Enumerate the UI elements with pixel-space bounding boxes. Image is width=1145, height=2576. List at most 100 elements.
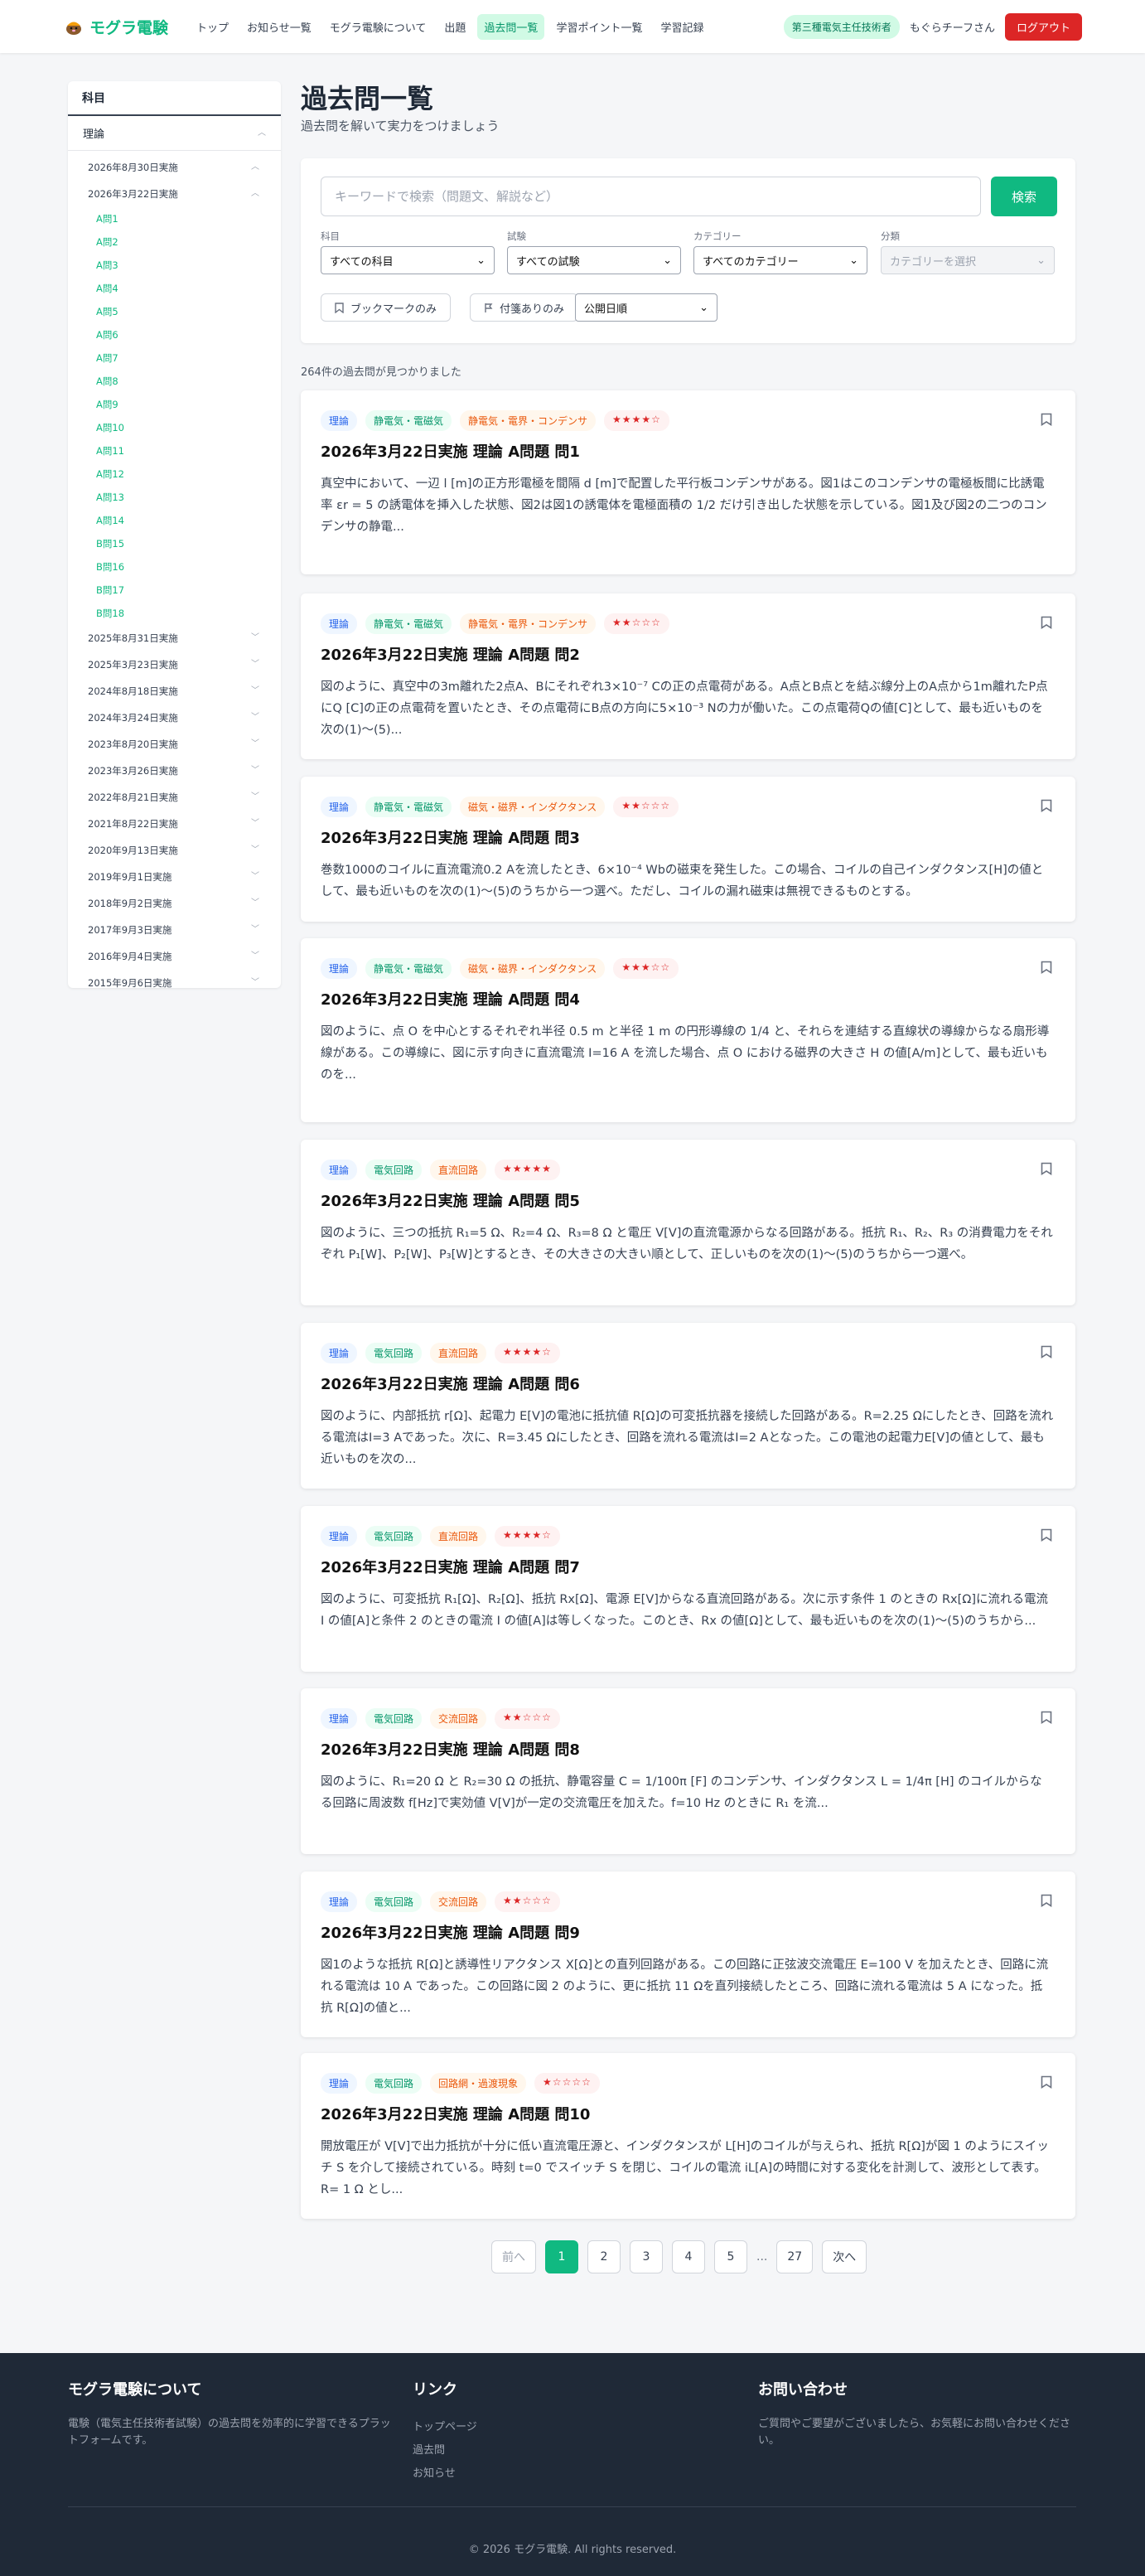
logo[interactable]: モグラ電験 [65, 16, 168, 38]
sidebar-question-link[interactable]: A問1 [68, 207, 281, 230]
category-tag[interactable]: 静電気・電磁気 [365, 797, 452, 817]
category-tag[interactable]: 電気回路 [365, 1526, 423, 1547]
question-card[interactable]: 理論 静電気・電磁気 磁気・磁界・インダクタンス ★★★☆☆ 2026年3月22日実施 … [301, 938, 1075, 1122]
sticky-only-toggle[interactable]: 付箋ありのみ [470, 293, 579, 322]
category-tag[interactable]: 電気回路 [365, 1160, 423, 1180]
page-4-button[interactable]: 4 [672, 2240, 705, 2273]
sidebar-question-link[interactable]: A問8 [68, 370, 281, 393]
license-badge[interactable]: 第三種電気主任技術者 [783, 14, 900, 39]
question-card[interactable]: 理論 電気回路 直流回路 ★★★★☆ 2026年3月22日実施 理論 A問題 問6 図のよ… [301, 1323, 1075, 1489]
subject-tag[interactable]: 理論 [321, 1160, 358, 1180]
question-title[interactable]: 2026年3月22日実施 理論 A問題 問10 [321, 2103, 590, 2124]
sidebar-question-link[interactable]: A問6 [68, 323, 281, 346]
page-27-button[interactable]: 27 [776, 2240, 814, 2273]
page-1-button[interactable]: 1 [545, 2240, 578, 2273]
question-card[interactable]: 理論 電気回路 回路網・過渡現象 ★☆☆☆☆ 2026年3月22日実施 理論 A問題 問… [301, 2053, 1075, 2219]
question-card[interactable]: 理論 静電気・電磁気 磁気・磁界・インダクタンス ★★☆☆☆ 2026年3月22日実施 … [301, 777, 1075, 922]
footer-link-top[interactable]: トップページ [413, 2416, 477, 2439]
question-card[interactable]: 理論 電気回路 交流回路 ★★☆☆☆ 2026年3月22日実施 理論 A問題 問8 図のよ… [301, 1688, 1075, 1854]
sidebar-question-link[interactable]: B問16 [68, 555, 281, 579]
subject-select[interactable]: すべての科目 ⌄ [321, 246, 495, 274]
question-title[interactable]: 2026年3月22日実施 理論 A問題 問7 [321, 1556, 580, 1577]
prev-page-button[interactable]: 前へ [491, 2240, 536, 2273]
category-tag[interactable]: 電気回路 [365, 2073, 423, 2094]
bookmark-icon[interactable] [1041, 1894, 1052, 1907]
subject-tag[interactable]: 理論 [321, 613, 358, 634]
bookmark-icon[interactable] [1041, 961, 1052, 974]
question-title[interactable]: 2026年3月22日実施 理論 A問題 問9 [321, 1921, 580, 1943]
subcategory-tag[interactable]: 磁気・磁界・インダクタンス [460, 958, 606, 979]
question-title[interactable]: 2026年3月22日実施 理論 A問題 問8 [321, 1738, 580, 1760]
nav-about[interactable]: モグラ電験について [323, 14, 433, 40]
bookmark-icon[interactable] [1041, 1162, 1052, 1175]
sidebar-exam[interactable]: 2019年9月1日実施 ﹀ [68, 864, 281, 890]
subject-tag[interactable]: 理論 [321, 1343, 358, 1363]
bookmark-icon[interactable] [1041, 1528, 1052, 1542]
page-2-button[interactable]: 2 [587, 2240, 621, 2273]
sidebar-question-link[interactable]: B問17 [68, 579, 281, 602]
question-card[interactable]: 理論 電気回路 直流回路 ★★★★★ 2026年3月22日実施 理論 A問題 問5 図のよ… [301, 1140, 1075, 1305]
sidebar-exam[interactable]: 2021年8月22日実施 ﹀ [68, 811, 281, 837]
question-title[interactable]: 2026年3月22日実施 理論 A問題 問6 [321, 1373, 580, 1394]
subcategory-tag[interactable]: 静電気・電界・コンデンサ [460, 410, 597, 431]
search-button[interactable]: 検索 [991, 177, 1057, 216]
sidebar-exam[interactable]: 2022年8月21日実施 ﹀ [68, 784, 281, 811]
question-title[interactable]: 2026年3月22日実施 理論 A問題 問4 [321, 988, 580, 1010]
sidebar-exam[interactable]: 2016年9月4日実施 ﹀ [68, 943, 281, 970]
question-card[interactable]: 理論 静電気・電磁気 静電気・電界・コンデンサ ★★☆☆☆ 2026年3月22日実施 理… [301, 593, 1075, 759]
subcategory-tag[interactable]: 交流回路 [430, 1708, 487, 1729]
nav-top[interactable]: トップ [190, 14, 235, 40]
exam-select[interactable]: すべての試験 ⌄ [507, 246, 681, 274]
nav-news[interactable]: お知らせ一覧 [240, 14, 318, 40]
sidebar-exam[interactable]: 2023年3月26日実施 ﹀ [68, 758, 281, 784]
subject-tag[interactable]: 理論 [321, 1526, 358, 1547]
nav-quiz[interactable]: 出題 [437, 14, 472, 40]
sidebar-exam[interactable]: 2025年3月23日実施 ﹀ [68, 651, 281, 678]
subject-tag[interactable]: 理論 [321, 2073, 358, 2094]
sidebar-question-link[interactable]: A問4 [68, 277, 281, 300]
sidebar-question-link[interactable]: A問14 [68, 509, 281, 532]
nav-learning-points[interactable]: 学習ポイント一覧 [549, 14, 649, 40]
subcategory-tag[interactable]: 静電気・電界・コンデンサ [460, 613, 597, 634]
sidebar-question-link[interactable]: B問18 [68, 602, 281, 625]
category-tag[interactable]: 電気回路 [365, 1891, 423, 1912]
subcategory-tag[interactable]: 回路網・過渡現象 [430, 2073, 527, 2094]
question-title[interactable]: 2026年3月22日実施 理論 A問題 問5 [321, 1189, 580, 1211]
footer-link-news[interactable]: お知らせ [413, 2462, 477, 2486]
bookmark-icon[interactable] [1041, 1711, 1052, 1724]
bookmark-icon[interactable] [1041, 799, 1052, 812]
sidebar-exam[interactable]: 2024年3月24日実施 ﹀ [68, 705, 281, 731]
category-tag[interactable]: 静電気・電磁気 [365, 613, 452, 634]
page-5-button[interactable]: 5 [714, 2240, 747, 2273]
sidebar-question-link[interactable]: A問10 [68, 416, 281, 439]
sidebar-question-link[interactable]: A問7 [68, 346, 281, 370]
sidebar-question-link[interactable]: A問12 [68, 462, 281, 486]
sidebar-exam[interactable]: 2020年9月13日実施 ﹀ [68, 837, 281, 864]
category-tag[interactable]: 電気回路 [365, 1708, 423, 1729]
category-select[interactable]: すべてのカテゴリー ⌄ [693, 246, 867, 274]
subject-tag[interactable]: 理論 [321, 1891, 358, 1912]
sidebar-exam[interactable]: 2025年8月31日実施 ﹀ [68, 625, 281, 651]
user-name[interactable]: もぐらチーフさん [906, 19, 998, 35]
category-tag[interactable]: 静電気・電磁気 [365, 958, 452, 979]
subcategory-tag[interactable]: 直流回路 [430, 1526, 487, 1547]
subcategory-tag[interactable]: 直流回路 [430, 1343, 487, 1363]
category-tag[interactable]: 電気回路 [365, 1343, 423, 1363]
next-page-button[interactable]: 次へ [822, 2240, 867, 2273]
sidebar-question-link[interactable]: A問2 [68, 230, 281, 254]
logout-button[interactable]: ログアウト [1004, 12, 1082, 41]
class-select[interactable]: カテゴリーを選択 ⌄ [881, 246, 1055, 274]
page-3-button[interactable]: 3 [630, 2240, 663, 2273]
sidebar-exam[interactable]: 2015年9月6日実施 ﹀ [68, 970, 281, 988]
footer-link-questions[interactable]: 過去問 [413, 2439, 477, 2462]
sidebar-exam[interactable]: 2026年8月30日実施 ︿ [68, 154, 281, 181]
subcategory-tag[interactable]: 交流回路 [430, 1891, 487, 1912]
sidebar-question-link[interactable]: A問9 [68, 393, 281, 416]
sort-select[interactable]: 公開日順 ⌄ [575, 293, 717, 322]
sidebar-question-link[interactable]: A問13 [68, 486, 281, 509]
bookmark-icon[interactable] [1041, 1345, 1052, 1358]
nav-past-questions[interactable]: 過去問一覧 [477, 13, 545, 40]
nav-study-log[interactable]: 学習記録 [654, 14, 710, 40]
bookmark-only-toggle[interactable]: ブックマークのみ [321, 293, 452, 322]
question-card[interactable]: 理論 電気回路 直流回路 ★★★★☆ 2026年3月22日実施 理論 A問題 問7 図のよ… [301, 1506, 1075, 1672]
